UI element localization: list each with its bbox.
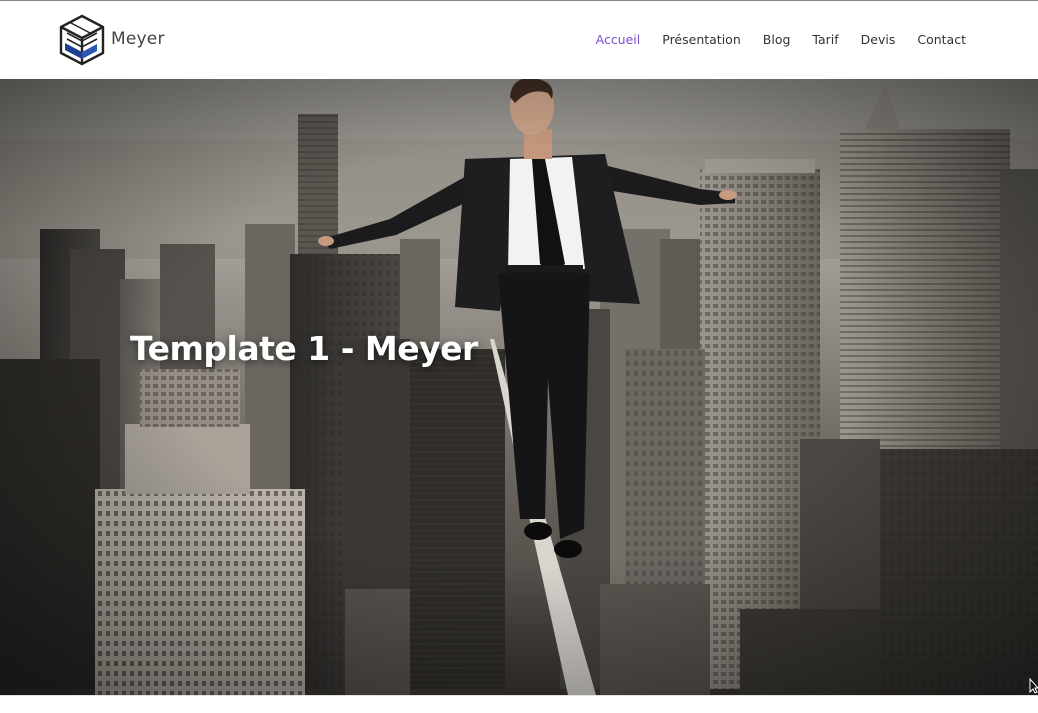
nav-contact[interactable]: Contact [917, 32, 966, 47]
main-nav: Accueil Présentation Blog Tarif Devis Co… [596, 32, 966, 47]
site-header: Meyer Accueil Présentation Blog Tarif De… [0, 1, 1038, 79]
nav-devis[interactable]: Devis [861, 32, 896, 47]
nav-presentation[interactable]: Présentation [662, 32, 741, 47]
hero-title: Template 1 - Meyer [130, 329, 478, 369]
cube-logo-icon[interactable] [59, 14, 105, 66]
content-start [0, 695, 1038, 713]
hero-image [0, 79, 1038, 695]
nav-tarif[interactable]: Tarif [812, 32, 838, 47]
mouse-cursor-icon [1029, 678, 1038, 694]
hero-section: Template 1 - Meyer [0, 79, 1038, 695]
nav-accueil[interactable]: Accueil [596, 32, 641, 47]
brand-name[interactable]: Meyer [111, 29, 165, 49]
nav-blog[interactable]: Blog [763, 32, 791, 47]
